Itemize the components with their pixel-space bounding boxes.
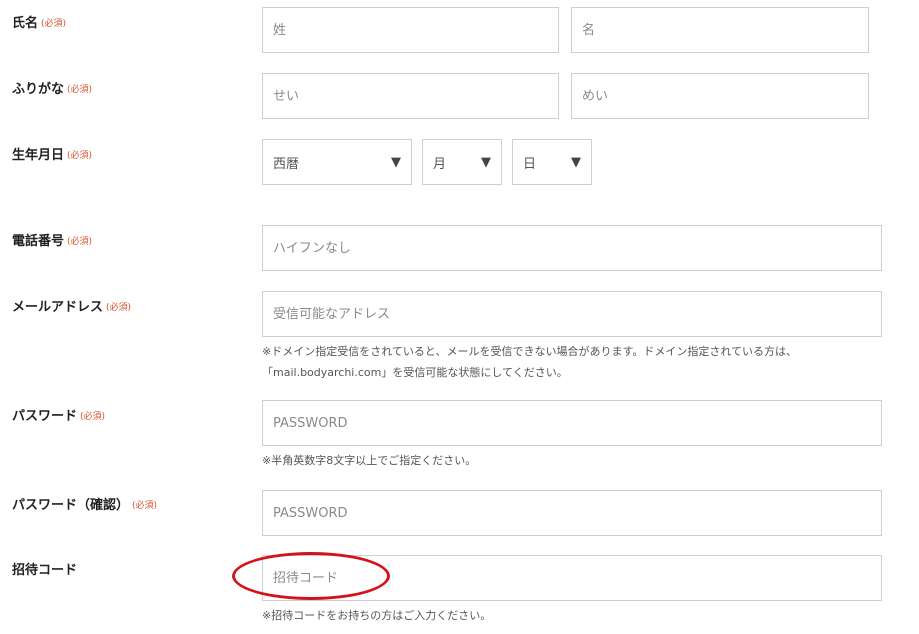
last-name-input[interactable] — [262, 7, 559, 53]
email-label-text: メールアドレス — [12, 300, 104, 315]
required-badge: (必須) — [67, 237, 93, 247]
invite-code-input[interactable] — [262, 555, 882, 601]
required-badge: (必須) — [80, 412, 106, 422]
birth-month-value: 月 — [433, 156, 447, 172]
furigana-label-text: ふりがな — [12, 82, 65, 97]
birthdate-label-text: 生年月日 — [12, 148, 65, 163]
birth-month-select[interactable]: 月 ▼ — [422, 139, 502, 185]
required-badge: (必須) — [41, 19, 67, 29]
invite-code-label: 招待コード — [12, 559, 77, 578]
phone-input[interactable] — [262, 225, 882, 271]
chevron-down-icon: ▼ — [481, 154, 491, 170]
chevron-down-icon: ▼ — [571, 154, 581, 170]
chevron-down-icon: ▼ — [391, 154, 401, 170]
furigana-label: ふりがな (必須) — [12, 78, 92, 97]
required-badge: (必須) — [106, 303, 132, 313]
password-label: パスワード (必須) — [12, 405, 105, 424]
email-note-line1: ※ドメイン指定受信をされていると、メールを受信できない場合があります。ドメイン指… — [262, 345, 798, 358]
birth-year-select[interactable]: 西暦 ▼ — [262, 139, 412, 185]
birth-day-value: 日 — [523, 156, 537, 172]
birthdate-label: 生年月日 (必須) — [12, 144, 92, 163]
password-note: ※半角英数字8文字以上でご指定ください。 — [262, 454, 477, 467]
last-name-kana-input[interactable] — [262, 73, 559, 119]
password-confirm-label: パスワード（確認） (必須) — [12, 494, 157, 513]
invite-code-label-text: 招待コード — [12, 563, 78, 578]
password-input[interactable] — [262, 400, 882, 446]
required-badge: (必須) — [67, 85, 93, 95]
required-badge: (必須) — [67, 151, 93, 161]
email-note-line2: 「mail.bodyarchi.com」を受信可能な状態にしてください。 — [262, 366, 568, 379]
invite-code-note: ※招待コードをお持ちの方はご入力ください。 — [262, 609, 492, 622]
phone-label-text: 電話番号 — [12, 234, 65, 249]
name-label-text: 氏名 — [12, 16, 39, 31]
password-confirm-label-text: パスワード（確認） — [12, 498, 130, 513]
required-badge: (必須) — [132, 501, 158, 511]
email-label: メールアドレス (必須) — [12, 296, 131, 315]
birth-year-value: 西暦 — [273, 156, 300, 172]
email-note: ※ドメイン指定受信をされていると、メールを受信できない場合があります。ドメイン指… — [262, 341, 797, 383]
first-name-input[interactable] — [571, 7, 869, 53]
name-label: 氏名 (必須) — [12, 12, 66, 31]
first-name-kana-input[interactable] — [571, 73, 869, 119]
email-input[interactable] — [262, 291, 882, 337]
birth-day-select[interactable]: 日 ▼ — [512, 139, 592, 185]
password-label-text: パスワード — [12, 409, 78, 424]
password-confirm-input[interactable] — [262, 490, 882, 536]
phone-label: 電話番号 (必須) — [12, 230, 92, 249]
